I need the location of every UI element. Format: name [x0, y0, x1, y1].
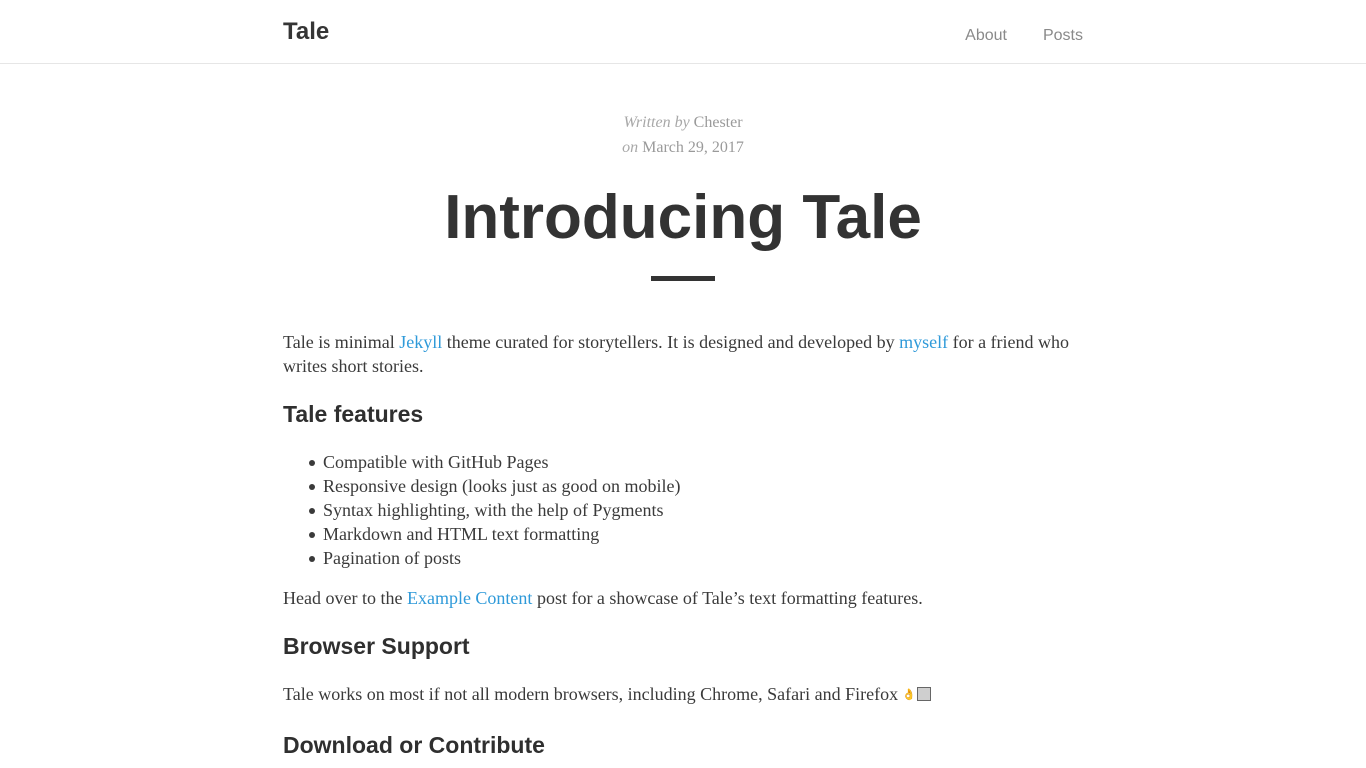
- list-item: Responsive design (looks just as good on…: [307, 474, 1083, 498]
- bullet-icon: [309, 508, 315, 514]
- feature-text: Compatible with GitHub Pages: [323, 452, 549, 472]
- site-brand-link[interactable]: Tale: [283, 16, 329, 48]
- bullet-icon: [309, 532, 315, 538]
- head-over-text-1: Head over to the: [283, 588, 407, 608]
- nav-link-posts[interactable]: Posts: [1043, 26, 1083, 46]
- list-item: Markdown and HTML text formatting: [307, 522, 1083, 546]
- jekyll-link[interactable]: Jekyll: [399, 332, 442, 352]
- bullet-icon: [309, 484, 315, 490]
- ok-hand-icon: 👌: [902, 689, 916, 702]
- post-title: Introducing Tale: [444, 183, 922, 252]
- ok-hand-emoji: 👌: [902, 680, 931, 707]
- bullet-icon: [309, 556, 315, 562]
- head-over-paragraph: Head over to the Example Content post fo…: [283, 586, 1083, 610]
- list-item: Syntax highlighting, with the help of Py…: [307, 498, 1083, 522]
- feature-text: Pagination of posts: [323, 548, 461, 568]
- download-heading: Download or Contribute: [283, 732, 545, 759]
- nav-links: About Posts: [965, 26, 1083, 46]
- post-date-line: on March 29, 2017: [0, 139, 1366, 157]
- post-content: Tale is minimal Jekyll theme curated for…: [283, 330, 1083, 757]
- nav-link-about[interactable]: About: [965, 26, 1007, 46]
- bullet-icon: [309, 460, 315, 466]
- browser-support-heading: Browser Support: [283, 633, 470, 659]
- feature-text: Syntax highlighting, with the help of Py…: [323, 500, 664, 520]
- on-label: on: [622, 139, 639, 156]
- intro-text-1: Tale is minimal: [283, 332, 400, 352]
- missing-glyph-icon: [916, 687, 931, 702]
- features-list: Compatible with GitHub Pages Responsive …: [283, 450, 1083, 570]
- by-label: by: [674, 114, 690, 131]
- intro-paragraph: Tale is minimal Jekyll theme curated for…: [283, 330, 1083, 378]
- post-author: Chester: [693, 114, 743, 131]
- title-divider: [651, 276, 715, 281]
- list-item: Pagination of posts: [307, 546, 1083, 570]
- written-label: Written: [623, 114, 671, 131]
- browser-support-text: Tale works on most if not all modern bro…: [283, 684, 899, 704]
- feature-text: Responsive design (looks just as good on…: [323, 476, 681, 496]
- site-header: Tale About Posts: [0, 0, 1366, 64]
- list-item: Compatible with GitHub Pages: [307, 450, 1083, 474]
- myself-link[interactable]: myself: [899, 332, 948, 352]
- browser-support-paragraph: Tale works on most if not all modern bro…: [283, 682, 1083, 709]
- post-date: March 29, 2017: [642, 139, 744, 156]
- feature-text: Markdown and HTML text formatting: [323, 524, 600, 544]
- head-over-text-2: post for a showcase of Tale’s text forma…: [532, 588, 923, 608]
- features-heading: Tale features: [283, 401, 424, 427]
- intro-text-2: theme curated for storytellers. It is de…: [442, 332, 900, 352]
- post-author-line: Written by Chester: [0, 114, 1366, 132]
- example-content-link[interactable]: Example Content: [407, 588, 532, 608]
